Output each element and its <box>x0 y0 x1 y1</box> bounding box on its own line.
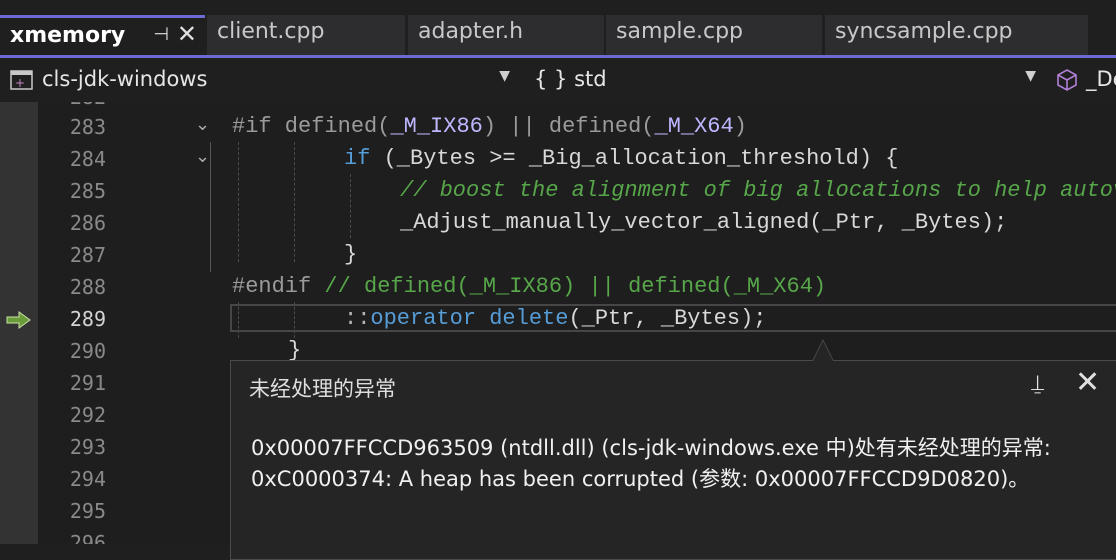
project-dropdown[interactable]: + cls-jdk-windows ▼ <box>6 64 518 96</box>
line-number: 295 <box>69 499 106 523</box>
project-name: cls-jdk-windows <box>42 67 208 91</box>
line-number: 296 <box>69 531 106 544</box>
line-number: 289 <box>69 307 106 331</box>
navigation-bar: + cls-jdk-windows ▼ { } std ▼ _De <box>0 58 1116 102</box>
line-number: 283 <box>69 115 106 139</box>
tab-label: client.cpp <box>217 19 325 44</box>
scope-dropdown[interactable]: { } std ▼ <box>526 64 1044 96</box>
svg-text:+: + <box>15 76 25 90</box>
code-text: #endif // defined(_M_IX86) || defined(_M… <box>232 274 827 299</box>
project-icon: + <box>10 70 33 90</box>
code-text: #if defined(_M_IX86) || defined(_M_X64) <box>232 114 747 139</box>
current-statement-arrow-icon <box>6 311 31 329</box>
line-number: 290 <box>69 339 106 363</box>
code-text: if (_Bytes >= _Big_allocation_threshold)… <box>344 146 899 171</box>
code-text: _Adjust_manually_vector_aligned(_Ptr, _B… <box>400 210 1008 235</box>
exception-line-2: 0xC0000374: A heap has been corrupted (参… <box>251 467 1030 491</box>
line-number: 292 <box>69 403 106 427</box>
exception-popup: 未经处理的异常 ⍊ ✕ 0x00007FFCCD963509 (ntdll.dl… <box>230 360 1116 560</box>
tab-label: syncsample.cpp <box>835 19 1013 44</box>
exception-message: 0x00007FFCCD963509 (ntdll.dll) (cls-jdk-… <box>251 433 1111 495</box>
pin-tab-icon[interactable]: ⊣ <box>153 24 169 45</box>
chevron-down-icon: ▼ <box>499 68 510 84</box>
tab-adapter-h[interactable]: adapter.h <box>408 15 604 55</box>
code-line: 284 ⌄ if (_Bytes >= _Big_allocation_thre… <box>0 144 1116 176</box>
tab-sample-cpp[interactable]: sample.cpp <box>606 15 822 55</box>
close-tab-icon[interactable]: ✕ <box>177 20 197 48</box>
code-line: 286 _Adjust_manually_vector_aligned(_Ptr… <box>0 208 1116 240</box>
line-number: 285 <box>69 179 106 203</box>
line-number: 287 <box>69 243 106 267</box>
scope-name: { } std <box>534 67 607 91</box>
code-line: 285 // boost the alignment of big alloca… <box>0 176 1116 208</box>
code-line: 283 ⌄ #if defined(_M_IX86) || defined(_M… <box>0 112 1116 144</box>
code-text: } <box>344 242 358 267</box>
code-line-current: 289 ::operator delete(_Ptr, _Bytes); <box>0 304 1116 336</box>
tab-client-cpp[interactable]: client.cpp <box>207 15 405 55</box>
document-tab-bar: xmemory ⊣ ✕ client.cpp adapter.h sample.… <box>0 0 1116 58</box>
line-number: 291 <box>69 371 106 395</box>
tab-syncsample-cpp[interactable]: syncsample.cpp <box>825 15 1088 55</box>
popup-pointer-fill <box>813 341 833 361</box>
line-number: 286 <box>69 211 106 235</box>
line-number: 293 <box>69 435 106 459</box>
tab-label: adapter.h <box>418 19 524 44</box>
tab-xmemory[interactable]: xmemory ⊣ ✕ <box>0 15 205 55</box>
exception-title: 未经处理的异常 <box>249 377 396 401</box>
cube-icon <box>1057 69 1077 91</box>
code-line: 288 #endif // defined(_M_IX86) || define… <box>0 272 1116 304</box>
tab-label: sample.cpp <box>616 19 744 44</box>
line-number: 282 <box>40 102 106 109</box>
member-dropdown[interactable]: _De <box>1050 64 1116 96</box>
member-name: _De <box>1086 67 1116 91</box>
collapse-chevron-icon[interactable]: ⌄ <box>195 146 210 167</box>
code-line: 287 } <box>0 240 1116 272</box>
line-number: 288 <box>69 275 106 299</box>
chevron-down-icon: ▼ <box>1025 68 1036 84</box>
tab-label: xmemory <box>10 23 126 48</box>
line-number: 284 <box>69 147 106 171</box>
line-number: 294 <box>69 467 106 491</box>
collapse-chevron-icon[interactable]: ⌄ <box>195 114 210 135</box>
code-text: ::operator delete(_Ptr, _Bytes); <box>344 306 767 331</box>
close-icon[interactable]: ✕ <box>1075 365 1100 400</box>
exception-line-1: 0x00007FFCCD963509 (ntdll.dll) (cls-jdk-… <box>251 436 1051 460</box>
pin-icon[interactable]: ⍊ <box>1031 371 1044 396</box>
code-comment: // boost the alignment of big allocation… <box>400 178 1116 203</box>
